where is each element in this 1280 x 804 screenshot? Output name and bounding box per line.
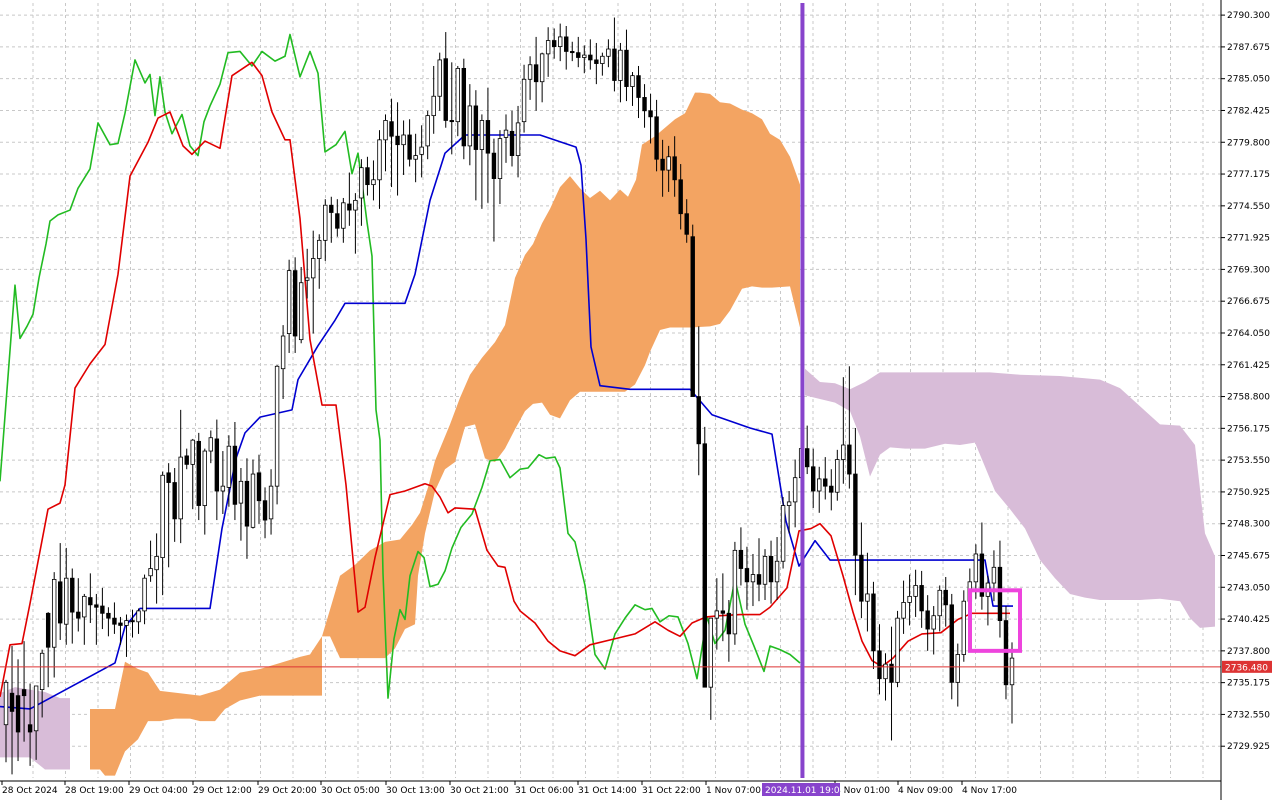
y-tick-label: 2735.175 [1227,679,1270,689]
candle [895,610,900,688]
y-tick-label: 2790.300 [1227,11,1270,21]
x-tick-label: 28 Oct 2024 [2,786,58,796]
x-tick-label: 30 Oct 13:00 [386,786,445,796]
x-tick-label: 31 Oct 06:00 [515,786,574,796]
x-tick-label: 31 Oct 22:00 [642,786,701,796]
y-tick-label: 2740.425 [1227,615,1270,625]
candle [780,497,786,569]
y-tick-label: 2771.925 [1227,234,1270,244]
marker-time-label: 2024.11.01 19:00 [765,786,846,796]
y-tick-label: 2782.425 [1227,106,1270,116]
y-tick-label: 2764.050 [1227,329,1270,339]
y-tick-label: 2748.300 [1227,520,1270,530]
y-tick-label: 2758.800 [1227,393,1270,403]
y-tick-label: 2743.050 [1227,583,1270,593]
x-tick-label: 29 Oct 12:00 [193,786,252,796]
chart-canvas[interactable]: 2790.300 2787.675 2785.050 2782.425 2779.800… [0,0,1280,800]
ichimoku-chart[interactable]: 2790.300 2787.675 2785.050 2782.425 2779.800… [0,0,1280,800]
y-tick-label: 2769.300 [1227,265,1270,275]
x-tick-label: 31 Oct 14:00 [578,786,637,796]
x-tick-label: 29 Oct 04:00 [129,786,188,796]
y-tick-label: 2732.550 [1227,710,1270,720]
x-tick-label: 4 Nov 09:00 [898,786,953,796]
y-tick-label: 2785.050 [1227,75,1270,85]
y-tick-label: 2779.800 [1227,138,1270,148]
x-tick-label: 4 Nov 17:00 [962,786,1017,796]
x-tick-label: 1 Nov 07:00 [706,786,761,796]
y-tick-label: 2737.800 [1227,647,1270,657]
x-tick-label: 30 Oct 21:00 [450,786,509,796]
y-tick-label: 2756.175 [1227,424,1270,434]
y-tick-label: 2761.425 [1227,361,1270,371]
candle [461,58,467,160]
x-tick-label: 30 Oct 05:00 [321,786,380,796]
y-tick-label: 2777.175 [1227,170,1270,180]
y-tick-label: 2753.550 [1227,456,1270,466]
candle [274,365,280,505]
x-tick-label: 29 Oct 20:00 [258,786,317,796]
current-price-label: 2736.480 [1225,663,1268,673]
candle [690,224,695,397]
y-tick-label: 2745.675 [1227,551,1270,561]
candle [732,541,738,645]
y-tick-label: 2750.925 [1227,488,1270,498]
y-tick-label: 2729.925 [1227,742,1270,752]
candle [961,590,967,662]
candle [702,426,707,688]
y-tick-label: 2787.675 [1227,43,1270,53]
y-tick-label: 2766.675 [1227,297,1270,307]
y-tick-label: 2774.550 [1227,202,1270,212]
x-tick-label: 28 Oct 19:00 [65,786,124,796]
